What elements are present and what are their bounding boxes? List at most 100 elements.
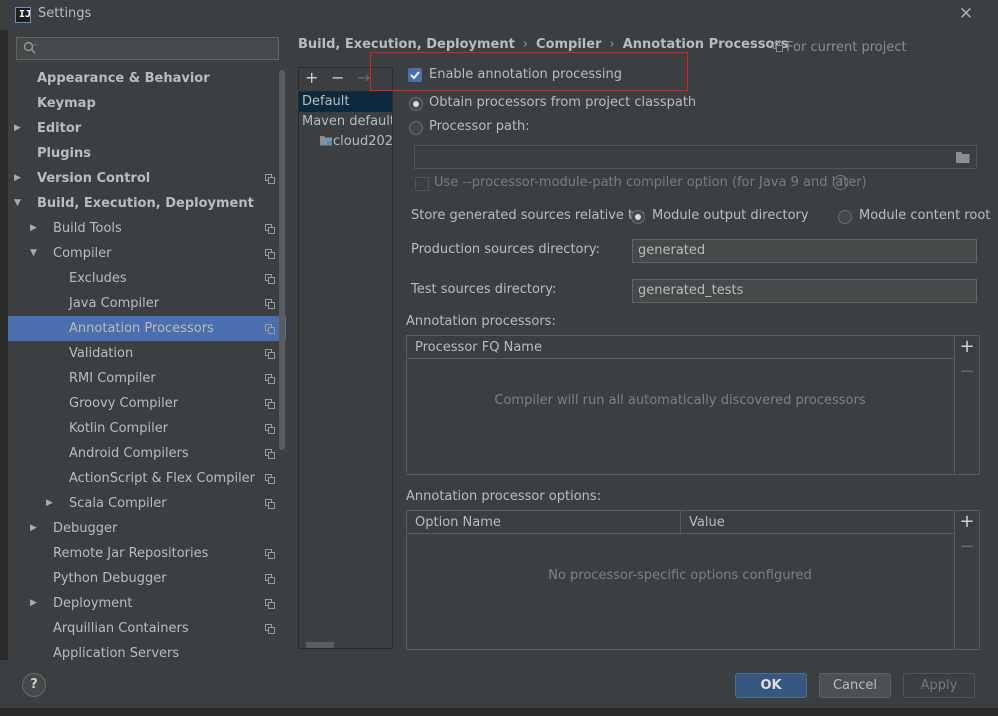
- test-dir-input[interactable]: generated_tests: [632, 279, 977, 303]
- chevron-right-icon[interactable]: ▶: [30, 591, 37, 616]
- table-divider: [954, 511, 955, 649]
- sidebar-item-python-debugger[interactable]: Python Debugger: [8, 566, 278, 591]
- chevron-right-icon[interactable]: ▶: [30, 516, 37, 541]
- copy-icon: [265, 599, 275, 609]
- sidebar-item-groovy-compiler[interactable]: Groovy Compiler: [8, 391, 278, 416]
- obtain-from-classpath-label[interactable]: Obtain processors from project classpath: [429, 95, 696, 110]
- module-output-label[interactable]: Module output directory: [652, 208, 809, 223]
- production-dir-input[interactable]: generated: [632, 239, 977, 263]
- folder-icon[interactable]: [955, 150, 971, 164]
- sidebar-item-label: Compiler: [53, 246, 112, 261]
- options-empty-text: No processor-specific options configured: [548, 568, 812, 583]
- sidebar-item-label: Scala Compiler: [69, 496, 167, 511]
- sidebar-item-debugger[interactable]: ▶ Debugger: [8, 516, 278, 541]
- option-value-header[interactable]: Value: [681, 511, 954, 534]
- remove-profile-button[interactable]: −: [331, 68, 344, 87]
- enable-annotation-processing-label[interactable]: Enable annotation processing: [429, 67, 622, 82]
- production-dir-label: Production sources directory:: [411, 242, 600, 257]
- breadcrumb-item: Build, Execution, Deployment: [298, 37, 515, 52]
- table-divider: [954, 336, 955, 474]
- sidebar-item-plugins[interactable]: Plugins: [8, 141, 278, 166]
- profile-maven-default[interactable]: Maven default a: [302, 112, 392, 132]
- sidebar-item-actionscript-flex-compiler[interactable]: ActionScript & Flex Compiler: [8, 466, 278, 491]
- chevron-right-icon[interactable]: ▶: [14, 116, 21, 141]
- sidebar-item-label: Plugins: [37, 146, 91, 161]
- add-processor-button[interactable]: +: [957, 336, 977, 357]
- breadcrumb: Build, Execution, Deployment › Compiler › An…: [298, 37, 789, 52]
- title-bar: [0, 0, 998, 30]
- window-edge: [0, 30, 8, 716]
- profile-default[interactable]: Default: [299, 92, 392, 112]
- sidebar-item-editor[interactable]: ▶ Editor: [8, 116, 278, 141]
- module-content-label[interactable]: Module content root: [859, 208, 990, 223]
- apply-button[interactable]: Apply: [903, 673, 975, 698]
- processor-path-label[interactable]: Processor path:: [429, 119, 530, 134]
- copy-icon: [265, 224, 275, 234]
- copy-icon: [265, 474, 275, 484]
- sidebar-item-remote-jar-repositories[interactable]: Remote Jar Repositories: [8, 541, 278, 566]
- remove-processor-button[interactable]: −: [957, 361, 977, 382]
- copy-icon: [265, 424, 275, 434]
- obtain-from-classpath-radio[interactable]: [409, 97, 423, 111]
- sidebar-item-label: Build Tools: [53, 221, 122, 236]
- sidebar-item-validation[interactable]: Validation: [8, 341, 278, 366]
- sidebar-item-label: Android Compilers: [69, 446, 189, 461]
- processor-module-path-checkbox[interactable]: [415, 177, 429, 191]
- add-profile-button[interactable]: +: [305, 68, 318, 87]
- move-profile-button[interactable]: →: [357, 68, 370, 87]
- sidebar-item-compiler[interactable]: ▼ Compiler: [8, 241, 278, 266]
- sidebar-item-label: Validation: [69, 346, 134, 361]
- ok-button[interactable]: OK: [735, 673, 807, 698]
- sidebar-item-arquillian-containers[interactable]: Arquillian Containers: [8, 616, 278, 641]
- close-icon[interactable]: ✕: [955, 3, 977, 25]
- profiles-horizontal-scrollbar[interactable]: [306, 642, 334, 648]
- chevron-right-icon[interactable]: ▶: [14, 166, 21, 191]
- copy-icon: [265, 299, 275, 309]
- add-option-button[interactable]: +: [957, 511, 977, 532]
- sidebar-item-rmi-compiler[interactable]: RMI Compiler: [8, 366, 278, 391]
- sidebar-item-label: Version Control: [37, 171, 151, 186]
- chevron-right-icon[interactable]: ▶: [30, 216, 37, 241]
- window-edge: [0, 708, 998, 716]
- sidebar-item-label: Excludes: [69, 271, 127, 286]
- cancel-button[interactable]: Cancel: [819, 673, 891, 698]
- window-title: Settings: [38, 6, 92, 21]
- sidebar-item-build-execution-deployment[interactable]: ▼ Build, Execution, Deployment: [8, 191, 278, 216]
- sidebar-item-excludes[interactable]: Excludes: [8, 266, 278, 291]
- sidebar-item-java-compiler[interactable]: Java Compiler: [8, 291, 278, 316]
- module-content-radio[interactable]: [838, 210, 852, 224]
- chevron-down-icon[interactable]: ▼: [14, 191, 21, 216]
- help-button[interactable]: ?: [22, 673, 46, 697]
- chevron-down-icon[interactable]: ▼: [30, 241, 37, 266]
- profiles-list: Default Maven default a cloud202: [299, 92, 392, 644]
- enable-annotation-processing-checkbox[interactable]: [408, 68, 422, 82]
- sidebar-item-android-compilers[interactable]: Android Compilers: [8, 441, 278, 466]
- sidebar-item-build-tools[interactable]: ▶ Build Tools: [8, 216, 278, 241]
- sidebar-item-label: RMI Compiler: [69, 371, 156, 386]
- remove-option-button[interactable]: −: [957, 536, 977, 557]
- sidebar-item-annotation-processors[interactable]: Annotation Processors: [8, 316, 286, 341]
- search-icon: [23, 41, 36, 54]
- sidebar-item-label: Debugger: [53, 521, 118, 536]
- sidebar-item-label: Remote Jar Repositories: [53, 546, 209, 561]
- profile-module[interactable]: cloud202: [319, 132, 392, 152]
- sidebar-item-scala-compiler[interactable]: ▶ Scala Compiler: [8, 491, 278, 516]
- settings-search-input[interactable]: [16, 37, 279, 60]
- module-output-radio[interactable]: [631, 210, 645, 224]
- processor-path-radio[interactable]: [409, 121, 423, 135]
- processor-fq-name-header[interactable]: Processor FQ Name: [407, 336, 954, 359]
- sidebar-item-label: Kotlin Compiler: [69, 421, 169, 436]
- sidebar-item-keymap[interactable]: Keymap: [8, 91, 278, 116]
- tree-scrollbar[interactable]: [279, 70, 285, 450]
- sidebar-item-kotlin-compiler[interactable]: Kotlin Compiler: [8, 416, 278, 441]
- processor-path-input[interactable]: [414, 145, 977, 169]
- copy-icon: [265, 574, 275, 584]
- copy-icon: [265, 324, 275, 334]
- chevron-right-icon: ›: [522, 37, 529, 52]
- sidebar-item-version-control[interactable]: ▶ Version Control: [8, 166, 278, 191]
- help-icon[interactable]: ?: [833, 175, 848, 190]
- chevron-right-icon[interactable]: ▶: [46, 491, 53, 516]
- sidebar-item-deployment[interactable]: ▶ Deployment: [8, 591, 278, 616]
- sidebar-item-appearance-behavior[interactable]: Appearance & Behavior: [8, 66, 278, 91]
- option-name-header[interactable]: Option Name: [407, 511, 681, 534]
